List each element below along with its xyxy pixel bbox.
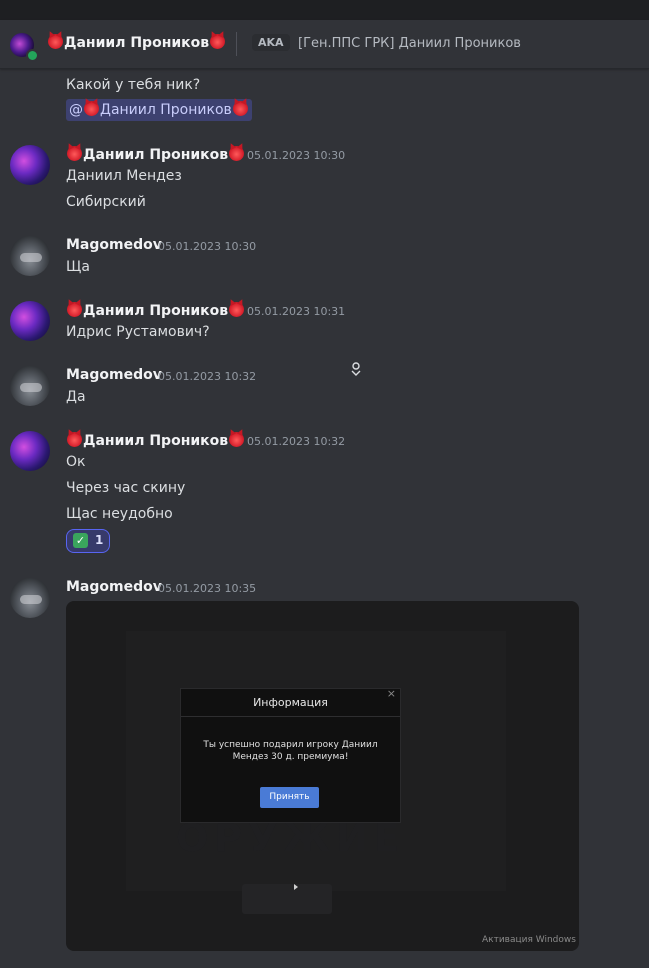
dialog-title: Информация — [181, 689, 400, 717]
message-timestamp: 05.01.2023 10:31 — [247, 305, 346, 318]
mouse-cursor-icon — [294, 884, 298, 890]
aka-name: [Ген.ППС ГРК] Даниил Проников — [298, 36, 521, 51]
image-attachment[interactable]: ОРУЖИЕ Информация × Ты успешно подарил и… — [66, 601, 579, 951]
devil-emoji-icon — [229, 432, 245, 447]
windows-activation-watermark: Активация Windows — [482, 935, 576, 945]
check-mark-emoji-icon: ✓ — [73, 533, 88, 548]
message-text: Ок — [66, 454, 86, 470]
message-timestamp: 05.01.2023 10:30 — [247, 149, 346, 162]
author-name: Даниил Проников — [83, 433, 229, 449]
message-timestamp: 05.01.2023 10:32 — [158, 370, 257, 383]
author-name: Даниил Проников — [83, 303, 229, 319]
reaction-button[interactable]: ✓ 1 — [66, 529, 110, 553]
message-timestamp: 05.01.2023 10:30 — [158, 240, 257, 253]
close-icon: × — [386, 687, 396, 700]
message-text: Да — [66, 389, 86, 405]
avatar[interactable] — [10, 236, 50, 276]
message-timestamp: 05.01.2023 10:35 — [158, 582, 257, 595]
avatar[interactable] — [10, 301, 50, 341]
devil-emoji-icon — [84, 101, 99, 116]
info-dialog: Информация × Ты успешно подарил игроку Д… — [180, 687, 401, 823]
dialog-message: Ты успешно подарил игроку Даниил Мендез … — [203, 740, 378, 762]
aka-badge: AKA — [252, 34, 290, 51]
header-username[interactable]: Даниил Проников — [47, 34, 226, 51]
devil-emoji-icon — [67, 432, 82, 447]
message-text: Щас неудобно — [66, 506, 173, 522]
avatar[interactable] — [10, 145, 50, 185]
avatar[interactable] — [10, 366, 50, 406]
message-text: Какой у тебя ник? — [66, 77, 201, 93]
message-text: Через час скину — [66, 480, 186, 496]
online-status-icon — [26, 49, 39, 62]
background-button — [242, 884, 332, 914]
message-text: Сибирский — [66, 194, 146, 210]
devil-emoji-icon — [229, 146, 245, 161]
devil-emoji-icon — [67, 146, 82, 161]
devil-emoji-icon — [48, 34, 63, 49]
message-author[interactable]: Даниил Проников — [66, 146, 245, 163]
message-author[interactable]: Даниил Проников — [66, 302, 245, 319]
header-divider — [236, 32, 237, 56]
reaction-count: 1 — [95, 533, 104, 547]
message-text: Даниил Мендез — [66, 168, 182, 184]
devil-emoji-icon — [67, 302, 82, 317]
dm-header: Даниил Проников AKA [Ген.ППС ГРК] Даниил… — [0, 20, 649, 69]
message-text: Идрис Рустамович? — [66, 324, 210, 340]
avatar[interactable] — [10, 578, 50, 618]
message-author[interactable]: Magomedov — [66, 237, 162, 253]
author-name: Даниил Проников — [83, 147, 229, 163]
window-top-bar — [0, 0, 649, 20]
header-username-text: Даниил Проников — [64, 35, 210, 51]
message-author[interactable]: Magomedov — [66, 367, 162, 383]
accept-button: Принять — [260, 787, 319, 808]
devil-emoji-icon — [210, 34, 226, 49]
message-timestamp: 05.01.2023 10:32 — [247, 435, 346, 448]
user-mention[interactable]: @ Даниил Проников — [66, 99, 252, 121]
mention-name: Даниил Проников — [100, 102, 232, 118]
message-author[interactable]: Даниил Проников — [66, 432, 245, 449]
devil-emoji-icon — [232, 101, 248, 116]
pin-icon[interactable] — [348, 361, 364, 377]
message-author[interactable]: Magomedov — [66, 579, 162, 595]
avatar[interactable] — [10, 431, 50, 471]
devil-emoji-icon — [229, 302, 245, 317]
message-text: Ща — [66, 259, 90, 275]
mention-at: @ — [69, 102, 83, 118]
